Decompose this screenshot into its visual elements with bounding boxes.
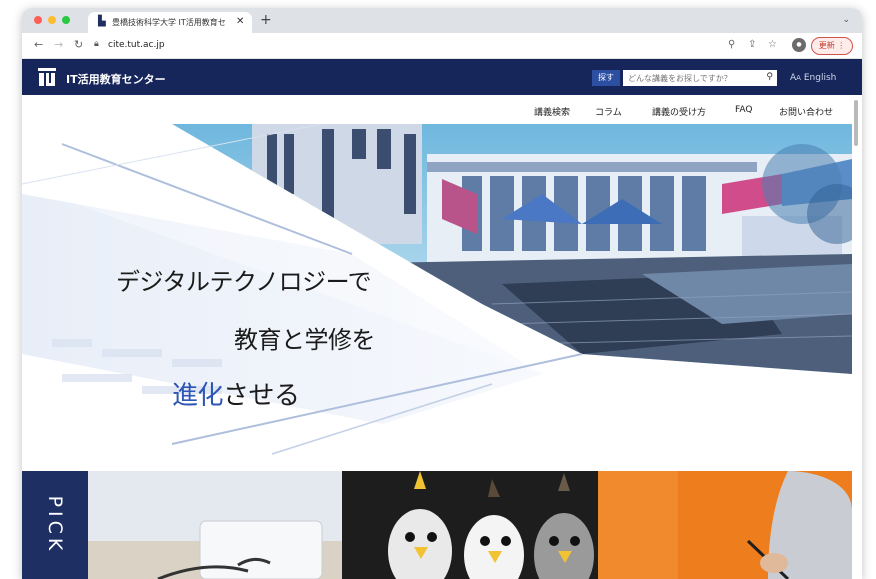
url-text: cite.tut.ac.jp (108, 40, 165, 50)
pick-card-eggs[interactable] (342, 471, 598, 579)
hero-campus-illustration (22, 124, 852, 455)
lock-icon: 🔒︎ (94, 39, 99, 49)
search-submit-button[interactable]: 探す (592, 70, 620, 86)
nav-contact[interactable]: お問い合わせ (779, 105, 833, 118)
hero-heading-line3: 進化させる (172, 375, 300, 412)
site-logo-icon[interactable] (38, 68, 56, 86)
tab-close-icon[interactable]: ✕ (236, 16, 244, 27)
tab-title: 豊橋技術科学大学 IT活用教育セ (112, 18, 226, 27)
update-label: 更新 (818, 41, 835, 50)
nav-course-search[interactable]: 講義検索 (534, 105, 570, 118)
new-tab-button[interactable]: + (260, 12, 272, 28)
update-button[interactable]: 更新 ⋮ (811, 37, 853, 55)
maximize-window-button[interactable] (62, 16, 70, 24)
nav-faq[interactable]: FAQ (735, 105, 752, 115)
hero-accent-word: 進化 (172, 381, 224, 411)
hero-heading-line3-rest: させる (223, 381, 300, 411)
tab-bar: ▙ 豊橋技術科学大学 IT活用教育セ ✕ + ⌄ (22, 8, 862, 33)
pick-label: PICK (44, 495, 66, 555)
pick-label-box: PICK (22, 471, 88, 579)
browser-toolbar: ← → ↻ 🔒︎ cite.tut.ac.jp ⚲ ⇪ ☆ ● 更新 ⋮ (22, 33, 862, 59)
pick-card-orange[interactable] (598, 471, 852, 579)
page-scrollbar[interactable] (852, 96, 860, 576)
egg-characters-photo-image (342, 471, 598, 579)
hero-heading-line1: デジタルテクノロジーで (116, 268, 372, 296)
language-label: English (803, 73, 837, 83)
hero-banner: デジタルテクノロジーで 教育と学修を 進化させる (22, 124, 852, 471)
pick-section: PICK (22, 471, 852, 579)
scrollbar-thumb[interactable] (854, 100, 858, 146)
browser-tab[interactable]: ▙ 豊橋技術科学大学 IT活用教育セ ✕ (88, 12, 252, 33)
site-logo-text[interactable]: IT活用教育センター (66, 71, 166, 87)
tab-search-chevron-icon[interactable]: ⌄ (842, 15, 850, 25)
laptop-photo-image (88, 471, 342, 579)
site-favicon-icon: ▙ (98, 16, 106, 27)
address-bar[interactable]: 🔒︎ cite.tut.ac.jp (94, 37, 694, 54)
close-window-button[interactable] (34, 16, 42, 24)
minimize-window-button[interactable] (48, 16, 56, 24)
language-switch[interactable]: AA English (790, 73, 836, 83)
nav-column[interactable]: コラム (595, 105, 622, 118)
reload-icon[interactable]: ↻ (74, 39, 83, 51)
nav-how-to-take[interactable]: 講義の受け方 (652, 105, 706, 118)
forward-arrow-icon[interactable]: → (54, 39, 63, 51)
bookmark-star-icon[interactable]: ☆ (768, 39, 777, 51)
share-icon[interactable]: ⇪ (748, 39, 756, 51)
search-box: ⚲ (623, 70, 777, 86)
profile-avatar[interactable]: ● (792, 38, 806, 52)
global-nav: 講義検索 コラム 講義の受け方 FAQ お問い合わせ (22, 95, 862, 124)
search-icon[interactable]: ⚲ (766, 72, 773, 82)
browser-window: ▙ 豊橋技術科学大学 IT活用教育セ ✕ + ⌄ ← → ↻ 🔒︎ cite.t… (22, 8, 862, 579)
back-arrow-icon[interactable]: ← (34, 39, 43, 51)
person-photo-image (598, 471, 852, 579)
course-search-input[interactable] (623, 70, 764, 86)
pick-card-laptop[interactable] (88, 471, 342, 579)
hero-heading-line2: 教育と学修を (234, 326, 376, 354)
zoom-search-icon[interactable]: ⚲ (728, 39, 735, 51)
site-header: IT活用教育センター 探す ⚲ AA English (22, 59, 862, 95)
